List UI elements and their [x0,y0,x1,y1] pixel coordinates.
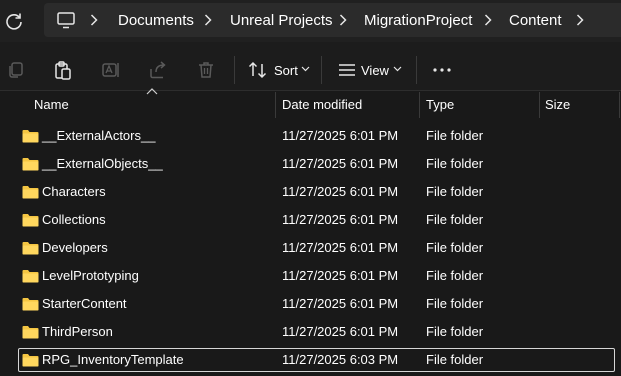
list-item-selected[interactable]: RPG_InventoryTemplate 11/27/2025 6:03 PM… [18,348,615,372]
toolbar-divider [321,56,322,84]
list-item[interactable]: Characters 11/27/2025 6:01 PM File folde… [18,180,615,204]
share-icon[interactable] [148,60,168,80]
sort-button[interactable]: Sort [274,64,298,78]
chevron-right-icon[interactable] [90,14,98,26]
column-divider[interactable] [419,92,420,118]
file-date: 11/27/2025 6:03 PM [282,352,399,367]
file-name: LevelPrototyping [42,268,139,283]
file-name: Collections [42,212,106,227]
file-type: File folder [426,240,484,255]
view-button[interactable]: View [361,64,389,78]
command-bar: Sort View [0,42,621,91]
file-type: File folder [426,212,484,227]
paste-icon[interactable] [53,60,73,80]
chevron-right-icon[interactable] [204,14,212,26]
file-date: 11/27/2025 6:01 PM [282,240,399,255]
column-divider[interactable] [275,92,276,118]
file-date: 11/27/2025 6:01 PM [282,268,399,283]
folder-icon [22,354,39,367]
list-item[interactable]: Developers 11/27/2025 6:01 PM File folde… [18,236,615,260]
sort-ascending-icon [146,88,158,95]
file-type: File folder [426,324,484,339]
chevron-down-icon[interactable] [393,66,402,72]
address-bar: Documents Unreal Projects MigrationProje… [0,0,621,42]
file-name: Developers [42,240,108,255]
refresh-icon[interactable] [4,11,24,31]
file-date: 11/27/2025 6:01 PM [282,128,399,143]
file-name: RPG_InventoryTemplate [42,352,184,367]
list-item[interactable]: StarterContent 11/27/2025 6:01 PM File f… [18,292,615,316]
chevron-right-icon[interactable] [484,14,492,26]
column-header: Name Date modified Type Size [0,88,621,118]
file-name: StarterContent [42,296,127,311]
file-name: Characters [42,184,106,199]
more-options-icon[interactable] [432,60,452,80]
copy-icon[interactable] [6,60,26,80]
delete-icon[interactable] [196,60,216,80]
file-date: 11/27/2025 6:01 PM [282,184,399,199]
list-item[interactable]: LevelPrototyping 11/27/2025 6:01 PM File… [18,264,615,288]
column-type[interactable]: Type [426,98,454,112]
file-name: __ExternalObjects__ [42,156,163,171]
file-date: 11/27/2025 6:01 PM [282,296,399,311]
file-name: __ExternalActors__ [42,128,156,143]
folder-icon [22,326,39,339]
folder-icon [22,214,39,227]
list-item[interactable]: Collections 11/27/2025 6:01 PM File fold… [18,208,615,232]
column-date-modified[interactable]: Date modified [282,98,362,112]
sort-icon[interactable] [248,60,268,80]
chevron-down-icon[interactable] [301,66,310,72]
column-divider[interactable] [539,92,540,118]
file-date: 11/27/2025 6:01 PM [282,324,399,339]
breadcrumb-unreal-projects[interactable]: Unreal Projects [230,12,333,30]
folder-icon [22,186,39,199]
file-type: File folder [426,268,484,283]
list-item[interactable]: ThirdPerson 11/27/2025 6:01 PM File fold… [18,320,615,344]
breadcrumb-content[interactable]: Content [509,12,562,30]
folder-icon [22,158,39,171]
folder-icon [22,298,39,311]
file-date: 11/27/2025 6:01 PM [282,156,399,171]
folder-icon [22,242,39,255]
file-type: File folder [426,296,484,311]
list-item[interactable]: __ExternalActors__ 11/27/2025 6:01 PM Fi… [18,124,615,148]
rename-icon[interactable] [101,60,121,80]
column-name[interactable]: Name [34,98,69,112]
list-item[interactable]: __ExternalObjects__ 11/27/2025 6:01 PM F… [18,152,615,176]
folder-icon [22,130,39,143]
this-pc-icon[interactable] [57,12,75,29]
column-size[interactable]: Size [545,98,570,112]
file-date: 11/27/2025 6:01 PM [282,212,399,227]
file-type: File folder [426,156,484,171]
view-icon[interactable] [337,60,357,80]
file-name: ThirdPerson [42,324,113,339]
chevron-right-icon[interactable] [576,14,584,26]
breadcrumb-documents[interactable]: Documents [118,12,194,30]
breadcrumb-migrationproject[interactable]: MigrationProject [364,12,472,30]
file-type: File folder [426,128,484,143]
column-divider[interactable] [619,92,620,118]
chevron-right-icon[interactable] [339,14,347,26]
file-type: File folder [426,184,484,199]
toolbar-divider [234,56,235,84]
file-type: File folder [426,352,484,367]
folder-icon [22,270,39,283]
toolbar-divider [416,56,417,84]
